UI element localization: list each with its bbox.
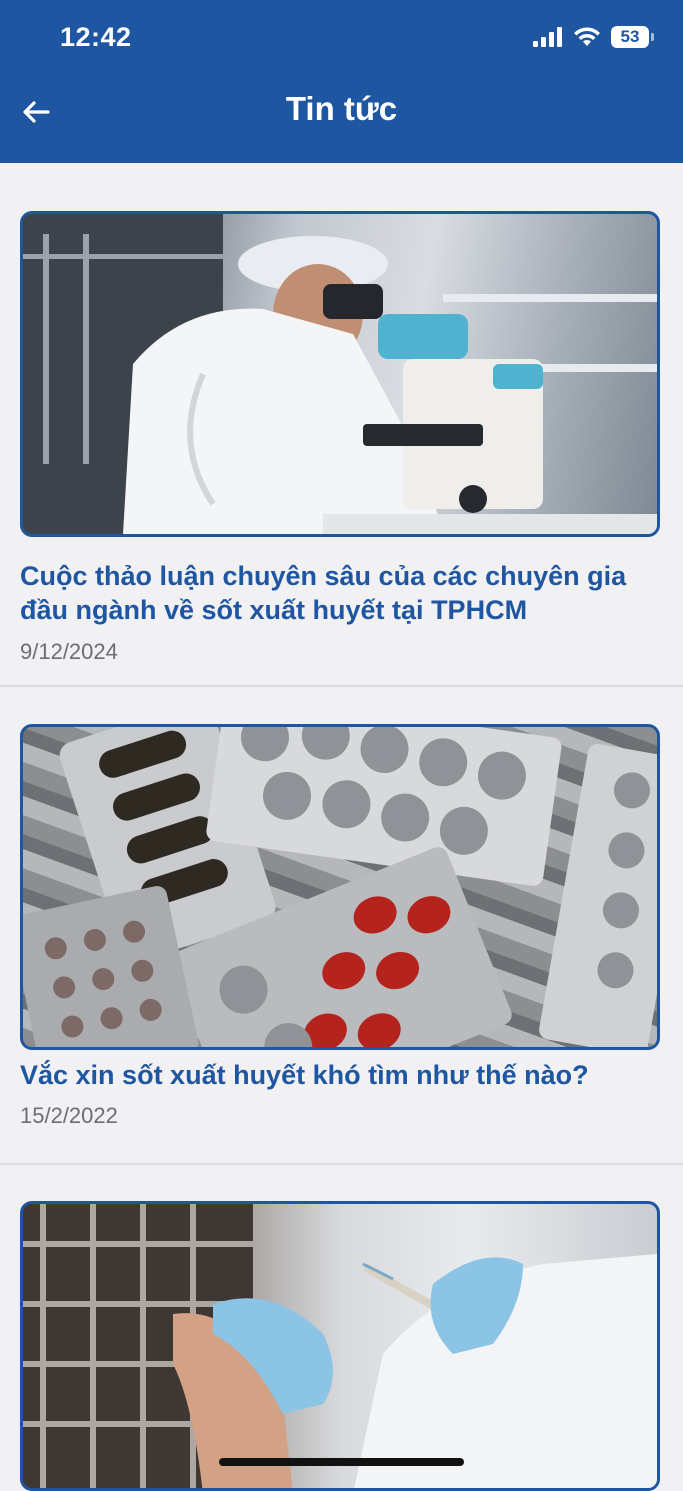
- news-title[interactable]: Cuộc thảo luận chuyên sâu của các chuyên…: [20, 559, 660, 627]
- news-date: 9/12/2024: [20, 639, 118, 664]
- news-card[interactable]: Vắc xin sốt xuất huyết khó tìm như thế n…: [0, 687, 683, 1165]
- app-header: 12:42 53 Tin tức: [0, 0, 683, 163]
- wifi-icon: [574, 27, 600, 46]
- lab-scene-image: [23, 214, 657, 534]
- battery-level: 53: [620, 27, 640, 46]
- vaccine-image: [23, 1204, 657, 1488]
- status-icons: 53: [533, 26, 654, 48]
- signal-icon: [533, 27, 562, 47]
- news-thumbnail[interactable]: [20, 1201, 660, 1491]
- news-card[interactable]: [0, 1165, 683, 1491]
- pills-image: [23, 727, 657, 1047]
- news-thumbnail[interactable]: [20, 211, 660, 537]
- home-indicator[interactable]: [219, 1458, 464, 1466]
- news-card[interactable]: Cuộc thảo luận chuyên sâu của các chuyên…: [0, 163, 683, 687]
- status-time: 12:42: [60, 22, 132, 52]
- news-title[interactable]: Vắc xin sốt xuất huyết khó tìm như thế n…: [20, 1058, 660, 1092]
- news-thumbnail[interactable]: [20, 724, 660, 1050]
- page-title: Tin tức: [285, 90, 398, 127]
- news-date: 15/2/2022: [20, 1103, 118, 1128]
- battery-icon: 53: [611, 26, 654, 48]
- news-list: Cuộc thảo luận chuyên sâu của các chuyên…: [0, 163, 683, 1491]
